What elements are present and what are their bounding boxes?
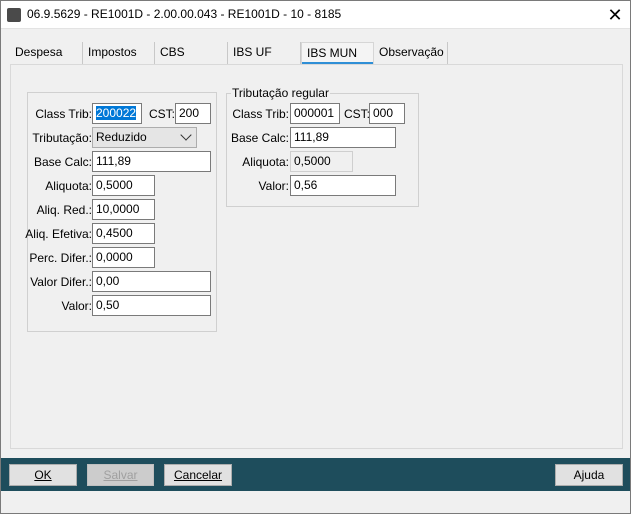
aliq-efetiva-label: Aliq. Efetiva:	[25, 227, 92, 241]
cancelar-label: Cancelar	[173, 468, 223, 482]
title-bar: 06.9.5629 - RE1001D - 2.00.00.043 - RE10…	[1, 1, 630, 29]
valor-input[interactable]: 0,50	[92, 295, 211, 316]
close-button[interactable]: ✕	[600, 1, 630, 29]
aliq-efetiva-input[interactable]: 0,4500	[92, 223, 155, 244]
tab-label: Despesa	[15, 45, 63, 59]
ok-label: OK	[34, 468, 52, 482]
button-bar: OK Salvar Cancelar Ajuda	[1, 458, 630, 491]
reg-aliquota-input: 0,5000	[290, 151, 353, 172]
window-title: 06.9.5629 - RE1001D - 2.00.00.043 - RE10…	[27, 7, 342, 21]
reg-class-trib-input[interactable]: 000001	[290, 103, 340, 124]
valor-difer-label: Valor Difer.:	[30, 275, 92, 289]
aliq-red-input[interactable]: 10,0000	[92, 199, 155, 220]
tab-impostos[interactable]: Impostos	[83, 42, 155, 64]
tab-ibs-uf[interactable]: IBS UF	[228, 42, 301, 64]
tab-observacao[interactable]: Observação	[374, 42, 448, 64]
ok-button[interactable]: OK	[9, 464, 77, 486]
ibs-mun-group: Class Trib: 200022 CST: 200 Tributação: …	[25, 92, 217, 332]
perc-difer-label: Perc. Difer.:	[29, 251, 92, 265]
cst-input[interactable]: 200	[175, 103, 211, 124]
tab-label: IBS MUN	[307, 46, 358, 60]
tab-label: IBS UF	[233, 45, 272, 59]
reg-aliquota-label: Aliquota:	[242, 155, 289, 169]
class-trib-value: 200022	[96, 106, 137, 120]
cancelar-button[interactable]: Cancelar	[164, 464, 232, 486]
valor-difer-input[interactable]: 0,00	[92, 271, 211, 292]
tributacao-value: Reduzido	[96, 130, 147, 144]
valor-label: Valor:	[61, 299, 92, 313]
base-calc-input[interactable]: 111,89	[92, 151, 211, 172]
tab-cbs[interactable]: CBS	[155, 42, 228, 64]
reg-valor-input[interactable]: 0,56	[290, 175, 396, 196]
tributacao-label: Tributação:	[32, 131, 92, 145]
tab-strip: Despesa Impostos CBS IBS UF IBS MUN Obse…	[10, 42, 622, 65]
ajuda-button[interactable]: Ajuda	[555, 464, 623, 486]
tributacao-select[interactable]: Reduzido	[92, 127, 197, 148]
tab-label: CBS	[160, 45, 185, 59]
close-icon: ✕	[607, 4, 623, 25]
reg-cst-input[interactable]: 000	[369, 103, 405, 124]
tab-ibs-mun[interactable]: IBS MUN	[301, 42, 374, 65]
status-strip	[1, 491, 630, 513]
salvar-button: Salvar	[87, 464, 154, 486]
chevron-down-icon	[180, 129, 192, 141]
tab-panel-ibs-mun: Class Trib: 200022 CST: 200 Tributação: …	[10, 64, 623, 449]
reg-base-calc-label: Base Calc:	[230, 131, 289, 145]
reg-cst-label: CST:	[344, 107, 371, 121]
class-trib-input[interactable]: 200022	[92, 103, 142, 124]
tab-label: Impostos	[88, 45, 137, 59]
base-calc-label: Base Calc:	[33, 155, 92, 169]
class-trib-label: Class Trib:	[35, 107, 92, 121]
aliquota-label: Aliquota:	[45, 179, 92, 193]
perc-difer-input[interactable]: 0,0000	[92, 247, 155, 268]
reg-base-calc-input[interactable]: 111,89	[290, 127, 396, 148]
app-icon	[7, 8, 21, 22]
tab-despesa[interactable]: Despesa	[10, 42, 83, 64]
aliquota-input[interactable]: 0,5000	[92, 175, 155, 196]
group-title: Tributação regular	[231, 86, 330, 100]
cst-label: CST:	[149, 107, 176, 121]
reg-valor-label: Valor:	[258, 179, 289, 193]
tab-label: Observação	[379, 45, 444, 59]
salvar-label: Salvar	[103, 468, 138, 482]
dialog-window: 06.9.5629 - RE1001D - 2.00.00.043 - RE10…	[0, 0, 631, 514]
reg-class-trib-label: Class Trib:	[232, 107, 289, 121]
aliq-red-label: Aliq. Red.:	[36, 203, 92, 217]
tributacao-regular-group: Tributação regular Class Trib: 000001 CS…	[226, 86, 419, 207]
ajuda-label: Ajuda	[573, 468, 605, 482]
